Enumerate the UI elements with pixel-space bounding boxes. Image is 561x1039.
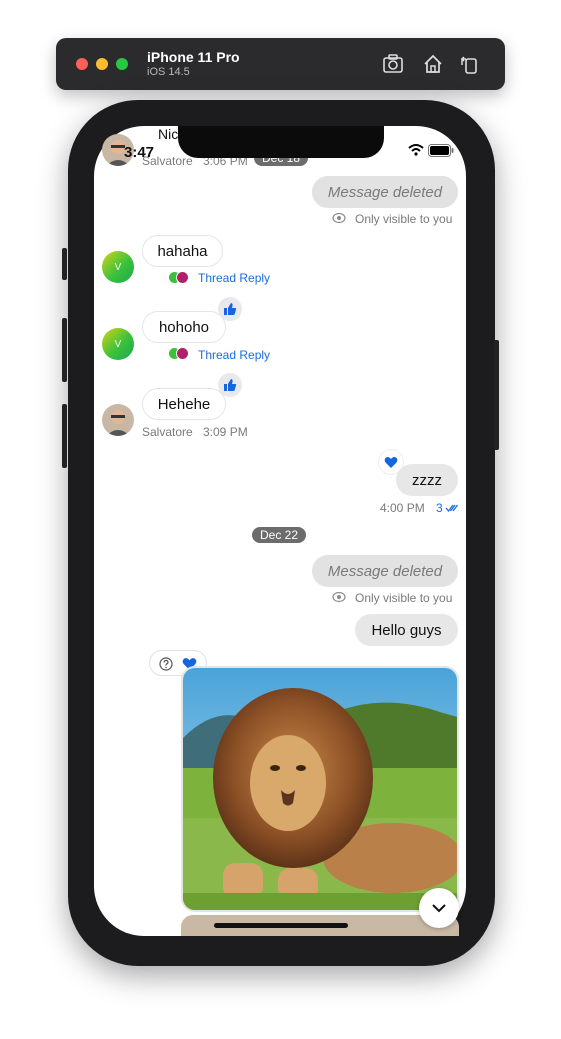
screenshot-icon[interactable]: [382, 53, 404, 75]
like-icon: [224, 379, 237, 391]
volume-up-button: [62, 318, 67, 382]
silent-switch: [62, 248, 67, 280]
os-version: iOS 14.5: [147, 66, 190, 78]
avatar[interactable]: V: [102, 251, 134, 283]
simulator-title-bar: iPhone 11 Pro iOS 14.5: [56, 38, 505, 90]
deleted-message-bubble[interactable]: Message deleted: [312, 555, 458, 587]
eye-off-icon: [332, 212, 346, 224]
date-chip: Dec 22: [252, 527, 307, 543]
minimize-window-button[interactable]: [96, 58, 108, 70]
read-count: 3: [436, 501, 443, 515]
like-icon: [224, 303, 237, 315]
wifi-icon: [408, 144, 424, 156]
sender-name: Salvatore: [142, 425, 193, 439]
only-visible-note: Only visible to you: [355, 212, 453, 226]
message-bubble[interactable]: zzzz: [396, 464, 458, 496]
message-time: 4:00 PM: [380, 501, 425, 515]
home-icon[interactable]: [422, 53, 444, 75]
device-name: iPhone 11 Pro: [147, 49, 240, 65]
message-bubble[interactable]: Hehehe: [142, 388, 226, 420]
zoom-window-button[interactable]: [116, 58, 128, 70]
home-indicator: [214, 923, 348, 928]
avatar[interactable]: [102, 404, 134, 436]
image-attachment[interactable]: [181, 666, 459, 912]
volume-down-button: [62, 404, 67, 468]
thread-participants: [168, 271, 192, 285]
battery-icon: [428, 144, 454, 157]
avatar[interactable]: V: [102, 328, 134, 360]
check-double-icon: [445, 504, 459, 513]
lion-photo: [183, 668, 457, 910]
close-window-button[interactable]: [76, 58, 88, 70]
power-button: [494, 340, 499, 450]
rotate-icon[interactable]: [458, 53, 480, 75]
deleted-message-bubble[interactable]: Message deleted: [312, 176, 458, 208]
message-bubble[interactable]: hohoho: [142, 311, 226, 343]
thread-reply-link[interactable]: Thread Reply: [198, 271, 270, 285]
question-icon: [159, 657, 173, 671]
thread-participants: [168, 347, 192, 361]
scroll-to-bottom-button[interactable]: [419, 888, 459, 928]
message-time: 3:09 PM: [203, 425, 248, 439]
message-bubble[interactable]: Hello guys: [355, 614, 458, 646]
only-visible-note: Only visible to you: [355, 591, 453, 605]
chevron-down-icon: [432, 904, 446, 913]
notch: [178, 126, 384, 158]
status-time: 3:47: [124, 144, 155, 161]
thread-reply-link[interactable]: Thread Reply: [198, 348, 270, 362]
message-bubble[interactable]: hahaha: [142, 235, 223, 267]
partial-message-text: Nic: [158, 126, 179, 142]
heart-icon: [384, 456, 398, 468]
eye-off-icon: [332, 591, 346, 603]
